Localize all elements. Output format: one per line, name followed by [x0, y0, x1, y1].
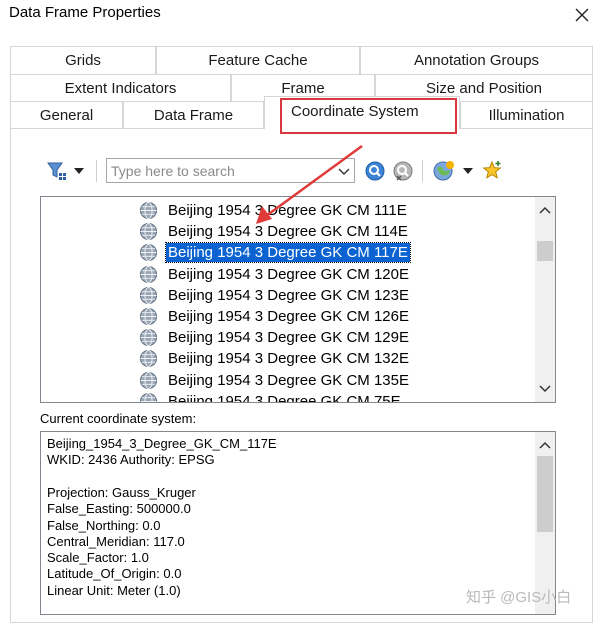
details-line: Scale_Factor: 1.0 [47, 550, 149, 566]
watermark: 知乎 @GIS小白 [466, 589, 572, 606]
details-line: Latitude_Of_Origin: 0.0 [47, 566, 182, 582]
details-line: Projection: Gauss_Kruger [47, 484, 196, 500]
details-line: WKID: 2436 Authority: EPSG [47, 452, 215, 468]
tab-illumination[interactable]: Illumination [460, 101, 593, 129]
globe-icon [139, 392, 158, 402]
favorite-star-icon [482, 160, 502, 179]
details-line: Central_Meridian: 117.0 [47, 533, 185, 549]
search-input[interactable] [109, 160, 331, 181]
filter-icon [47, 162, 66, 180]
clear-search-button[interactable] [391, 159, 415, 183]
list-item-label: Beijing 1954 3 Degree GK CM 111E [168, 202, 407, 219]
list-item[interactable]: Beijing 1954 3 Degree GK CM 135E [139, 370, 411, 391]
globe-icon [139, 350, 158, 368]
globe-icon [139, 286, 158, 304]
toolbar-separator [96, 160, 97, 182]
clear-search-icon [393, 161, 413, 181]
list-item-label: Beijing 1954 3 Degree GK CM 117E [165, 242, 411, 264]
list-item[interactable]: Beijing 1954 3 Degree GK CM 120E [139, 264, 411, 285]
dropdown-arrow-icon [74, 168, 84, 174]
chevron-up-icon [539, 206, 551, 214]
favorites-button[interactable] [480, 158, 504, 182]
close-button[interactable] [569, 2, 595, 28]
globe-icon [139, 223, 158, 241]
tab-extent-indicators[interactable]: Extent Indicators [10, 74, 231, 102]
list-item[interactable]: Beijing 1954 3 Degree GK CM 75E [139, 391, 403, 403]
tab-feature-cache[interactable]: Feature Cache [156, 46, 360, 74]
chevron-down-icon [338, 168, 350, 175]
globe-icon [139, 265, 158, 283]
tab-data-frame[interactable]: Data Frame [123, 101, 264, 129]
scroll-thumb[interactable] [537, 241, 553, 261]
list-item-label: Beijing 1954 3 Degree GK CM 129E [168, 329, 409, 347]
chevron-up-icon [539, 441, 551, 449]
add-coordinate-system-icon [433, 161, 454, 181]
search-combobox[interactable] [106, 158, 355, 183]
list-item[interactable]: Beijing 1954 3 Degree GK CM 123E [139, 285, 411, 306]
search-icon [365, 161, 385, 181]
search-button[interactable] [363, 159, 387, 183]
window-title: Data Frame Properties [9, 4, 161, 21]
chevron-down-icon [539, 385, 551, 393]
list-item-label: Beijing 1954 3 Degree GK CM 132E [168, 350, 409, 368]
globe-icon [139, 371, 158, 389]
scroll-up-button[interactable] [535, 201, 555, 219]
list-item[interactable]: Beijing 1954 3 Degree GK CM 114E [139, 221, 410, 242]
list-item-label: Beijing 1954 3 Degree GK CM 123E [168, 286, 409, 304]
filter-dropdown[interactable] [72, 164, 86, 178]
list-item[interactable]: Beijing 1954 3 Degree GK CM 117E [139, 242, 411, 264]
coordinate-system-list[interactable]: Beijing 1954 3 Degree GK CM 111E Beijing … [40, 196, 556, 403]
list-item-label: Beijing 1954 3 Degree GK CM 135E [168, 371, 409, 389]
scroll-down-button[interactable] [535, 380, 555, 398]
list-item[interactable]: Beijing 1954 3 Degree GK CM 132E [139, 348, 411, 369]
details-line: False_Easting: 500000.0 [47, 501, 191, 517]
details-line: False_Northing: 0.0 [47, 517, 161, 533]
search-dropdown-button[interactable] [336, 163, 352, 179]
dropdown-arrow-icon [463, 168, 473, 174]
list-item-label: Beijing 1954 3 Degree GK CM 75E [168, 392, 401, 403]
details-line: Beijing_1954_3_Degree_GK_CM_117E [47, 436, 277, 451]
toolbar-separator [422, 160, 423, 182]
globe-icon [139, 244, 158, 262]
scroll-up-button[interactable] [535, 436, 555, 454]
current-coordinate-system-label: Current coordinate system: [40, 411, 197, 426]
add-dropdown[interactable] [461, 164, 475, 178]
list-item-label: Beijing 1954 3 Degree GK CM 114E [168, 223, 408, 241]
globe-icon [139, 329, 158, 347]
add-coordinate-system-button[interactable] [431, 158, 457, 184]
list-item[interactable]: Beijing 1954 3 Degree GK CM 111E [139, 200, 409, 221]
list-item-label: Beijing 1954 3 Degree GK CM 120E [168, 265, 409, 283]
close-icon [575, 8, 589, 22]
list-item[interactable]: Beijing 1954 3 Degree GK CM 129E [139, 327, 411, 348]
list-item[interactable]: Beijing 1954 3 Degree GK CM 126E [139, 306, 411, 327]
tab-general[interactable]: General [10, 101, 123, 129]
scroll-thumb[interactable] [537, 456, 553, 532]
tab-grids[interactable]: Grids [10, 46, 156, 74]
details-line: Linear Unit: Meter (1.0) [47, 582, 181, 598]
tab-coordinate-system[interactable]: Coordinate System [264, 96, 460, 129]
title-bar: Data Frame Properties [0, 0, 601, 30]
tab-annotation-groups[interactable]: Annotation Groups [360, 46, 593, 74]
filter-button[interactable] [44, 158, 70, 184]
globe-icon [139, 307, 158, 326]
list-scrollbar[interactable] [535, 197, 555, 402]
globe-icon [139, 201, 158, 220]
list-item-label: Beijing 1954 3 Degree GK CM 126E [168, 308, 409, 325]
